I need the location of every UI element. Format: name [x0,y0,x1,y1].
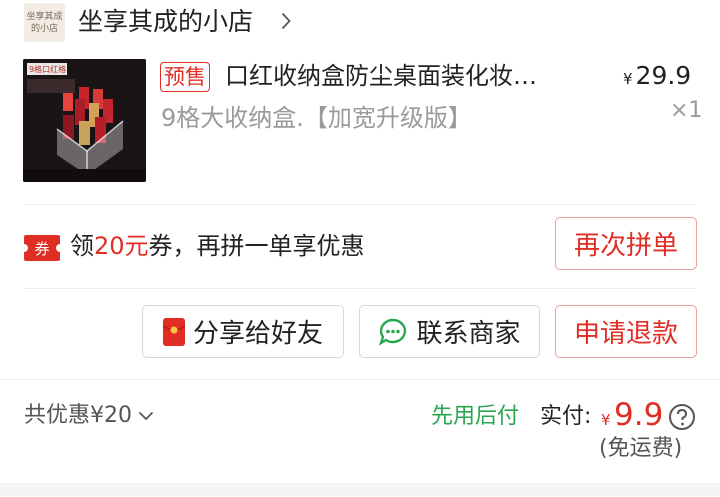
paid-amount: 9.9 [614,397,664,433]
coupon-text-prefix: 领 [70,232,94,260]
footer-separator [0,483,720,496]
coupon-text: 领20元券，再拼一单享优惠 [70,228,365,264]
shop-logo[interactable]: 坐享其成 的小店 [24,3,65,42]
total-discount-label: 共优惠¥20 [24,403,132,428]
share-button-label: 分享给好友 [192,319,323,349]
divider [24,288,696,289]
coupon-icon-text: 券 [34,240,49,258]
coupon-text-suffix: 券，再拼一单享优惠 [148,232,365,260]
contact-seller-label: 联系商家 [416,319,521,349]
product-price: ¥29.9 [623,60,691,95]
price-symbol: ¥ [623,70,633,88]
refund-button[interactable]: 申请退款 [555,305,697,358]
paid-currency-symbol: ¥ [601,411,611,429]
contact-seller-button[interactable]: 联系商家 [359,305,540,358]
shop-name[interactable]: 坐享其成的小店 [78,4,253,40]
chat-bubble-icon [379,318,407,346]
product-quantity: ×1 [670,98,703,123]
free-shipping-note: (免运费) [599,436,683,461]
regroup-button[interactable]: 再次拼单 [555,217,697,270]
coupon-amount: 20元 [94,232,149,260]
product-title[interactable]: 口红收纳盒防尘桌面装化妆… [225,59,537,93]
price-value: 29.9 [635,61,692,90]
share-button[interactable]: 分享给好友 [142,305,344,358]
red-envelope-icon [162,317,185,346]
chevron-down-icon[interactable] [138,411,154,421]
paid-label: 实付: [540,404,592,429]
shop-logo-line1: 坐享其成 [26,11,63,22]
shop-logo-line2: 的小店 [30,23,58,34]
question-circle-icon[interactable] [668,403,696,431]
chevron-right-icon[interactable] [281,12,291,30]
product-variant: 9格大收纳盒.【加宽升级版】 [161,104,472,132]
coupon-icon: 券 [24,235,60,261]
product-image-label: 9格口红格 [29,64,66,74]
product-photo: 9格口红格 [23,59,146,182]
divider [24,204,696,205]
pay-later-label: 先用后付 [431,404,520,429]
presale-tag: 预售 [160,62,210,92]
total-discount[interactable]: 共优惠¥20 [24,399,154,433]
product-image[interactable]: 9格口红格 [23,59,146,182]
